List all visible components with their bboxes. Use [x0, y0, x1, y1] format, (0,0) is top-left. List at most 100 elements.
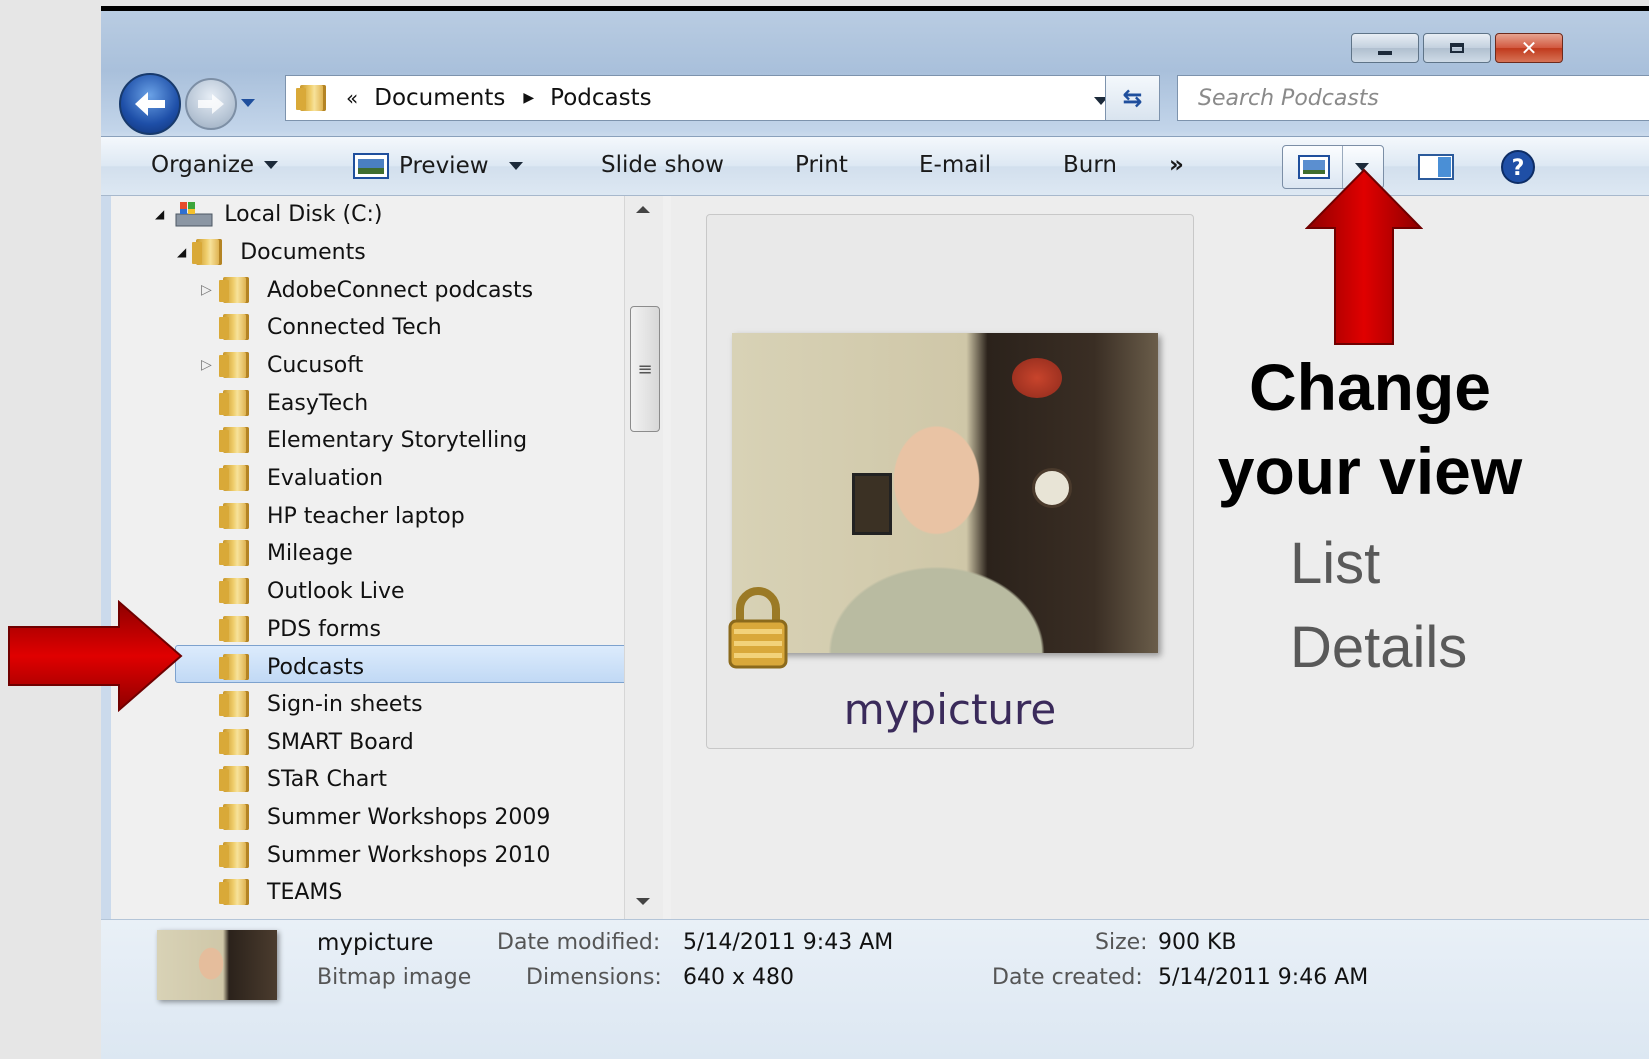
- tree-item-mileage[interactable]: Mileage: [219, 534, 353, 572]
- email-button[interactable]: E-mail: [919, 152, 991, 178]
- tree-item-hp-teacher-laptop[interactable]: HP teacher laptop: [219, 497, 465, 535]
- navigation-pane: ◢ Local Disk (C:) ◢ Documents ▷ AdobeConn…: [111, 196, 672, 919]
- chevron-down-icon: [508, 162, 523, 170]
- refresh-button[interactable]: ⇆: [1105, 75, 1160, 121]
- folder-icon: [219, 503, 249, 529]
- folder-icon: [219, 465, 249, 491]
- right-arrow-annotation: [8, 600, 183, 712]
- preview-pane-icon: [1418, 154, 1454, 180]
- address-overflow-chevron[interactable]: «: [346, 86, 358, 110]
- tree-item-label: STaR Chart: [267, 766, 387, 792]
- tree-item-outlook-live[interactable]: Outlook Live: [219, 572, 405, 610]
- folder-icon: [219, 691, 249, 717]
- scrollbar-thumb[interactable]: ≡: [630, 306, 660, 432]
- folder-icon: [219, 314, 249, 340]
- details-pane: mypicture Bitmap image Date modified: 5/…: [101, 919, 1649, 1059]
- close-button[interactable]: ✕: [1495, 33, 1563, 63]
- preview-icon: [353, 153, 389, 179]
- tree-item-podcasts[interactable]: Podcasts: [219, 648, 365, 686]
- tree-item-cucusoft[interactable]: ▷ Cucusoft: [201, 346, 363, 384]
- lock-icon: [728, 587, 788, 669]
- collapse-arrow-icon[interactable]: ◢: [177, 245, 186, 259]
- forward-button[interactable]: [185, 78, 237, 130]
- tree-item-label: Podcasts: [267, 654, 365, 680]
- scroll-up-arrow-icon[interactable]: [636, 206, 650, 213]
- date-modified-value[interactable]: 5/14/2011 9:43 AM: [683, 930, 893, 955]
- tree-item-easytech[interactable]: EasyTech: [219, 384, 368, 422]
- tree-item-label: Evaluation: [267, 465, 384, 491]
- folder-icon: [219, 729, 249, 755]
- size-value: 900 KB: [1158, 930, 1237, 955]
- wall-picture: [852, 473, 892, 535]
- burn-button[interactable]: Burn: [1063, 152, 1117, 178]
- image-thumbnail: [732, 333, 1158, 653]
- folder-icon: [219, 766, 249, 792]
- tree-item-evaluation[interactable]: Evaluation: [219, 459, 384, 497]
- tree-item-smart-board[interactable]: SMART Board: [219, 723, 414, 761]
- tree-item-connected-tech[interactable]: Connected Tech: [219, 308, 442, 346]
- dimensions-value: 640 x 480: [683, 965, 794, 990]
- tree-item-label: Outlook Live: [267, 578, 405, 604]
- back-arrow-icon: [135, 92, 165, 116]
- help-icon: ?: [1501, 150, 1535, 184]
- breadcrumb-documents[interactable]: Documents: [374, 85, 505, 111]
- breadcrumb-podcasts[interactable]: Podcasts: [550, 85, 651, 111]
- preview-label: Preview: [399, 153, 489, 179]
- restore-icon: [1450, 43, 1464, 53]
- slideshow-button[interactable]: Slide show: [601, 152, 724, 178]
- organize-menu[interactable]: Organize: [151, 152, 279, 178]
- scroll-down-arrow-icon[interactable]: [636, 898, 650, 905]
- details-file-name: mypicture: [317, 930, 434, 956]
- folder-icon: [192, 239, 223, 265]
- folder-icon: [219, 540, 249, 566]
- tree-item-label: Connected Tech: [267, 314, 442, 340]
- folder-icon: [219, 390, 249, 416]
- breadcrumb-separator-icon[interactable]: ▶: [523, 90, 534, 106]
- preview-menu[interactable]: Preview: [353, 152, 523, 180]
- tree-item-sign-in-sheets[interactable]: Sign-in sheets: [219, 685, 423, 723]
- svg-text:?: ?: [1512, 156, 1525, 181]
- up-arrow-annotation: [1305, 168, 1423, 345]
- tree-item-label: Sign-in sheets: [267, 691, 423, 717]
- details-file-type: Bitmap image: [317, 965, 472, 990]
- tree-item-documents[interactable]: ◢ Documents: [177, 233, 366, 271]
- tree-item-pds-forms[interactable]: PDS forms: [219, 610, 381, 648]
- details-thumbnail: [157, 930, 277, 1000]
- minimize-button[interactable]: [1351, 33, 1419, 63]
- tree-item-label: SMART Board: [267, 729, 414, 755]
- file-tile-mypicture[interactable]: mypicture: [706, 214, 1194, 749]
- help-button[interactable]: ?: [1493, 145, 1543, 189]
- tree-item-label: Elementary Storytelling: [267, 427, 528, 453]
- more-commands-button[interactable]: »: [1169, 152, 1184, 178]
- print-button[interactable]: Print: [795, 152, 848, 178]
- collapse-arrow-icon[interactable]: ◢: [155, 207, 164, 221]
- date-created-label: Date created:: [992, 965, 1143, 990]
- folder-icon: [219, 616, 249, 642]
- maximize-button[interactable]: [1423, 33, 1491, 63]
- tree-item-label: PDS forms: [267, 616, 381, 642]
- folder-icon: [219, 842, 249, 868]
- address-bar[interactable]: « Documents ▶ Podcasts: [285, 75, 1125, 121]
- recent-pages-dropdown[interactable]: [241, 99, 255, 107]
- organize-label: Organize: [151, 152, 255, 178]
- date-created-value[interactable]: 5/14/2011 9:46 AM: [1158, 965, 1368, 990]
- tree-item-elementary-storytelling[interactable]: Elementary Storytelling: [219, 421, 528, 459]
- back-button[interactable]: [119, 73, 181, 135]
- tree-item-summer-workshops-2010[interactable]: Summer Workshops 2010: [219, 836, 551, 874]
- tree-item-label: Local Disk (C:): [224, 201, 383, 227]
- annotation-title-line2: your view: [1217, 434, 1523, 508]
- tree-item-teams[interactable]: TEAMS: [219, 873, 342, 911]
- folder-icon: [219, 804, 249, 830]
- tree-item-local-disk[interactable]: ◢ Local Disk (C:): [155, 195, 382, 233]
- search-placeholder[interactable]: Search Podcasts: [1198, 86, 1379, 111]
- tree-item-star-chart[interactable]: STaR Chart: [219, 760, 387, 798]
- tree-item-label: AdobeConnect podcasts: [267, 277, 534, 303]
- file-name-label: mypicture: [843, 685, 1057, 734]
- tree-item-label: Summer Workshops 2010: [267, 842, 551, 868]
- search-box[interactable]: Search Podcasts: [1177, 75, 1649, 121]
- tree-item-adobeconnect-podcasts[interactable]: ▷ AdobeConnect podcasts: [201, 271, 533, 309]
- tree-item-summer-workshops-2009[interactable]: Summer Workshops 2009: [219, 798, 550, 836]
- folder-icon: [296, 85, 326, 111]
- navigation-scrollbar[interactable]: ≡: [624, 196, 663, 919]
- close-icon: ✕: [1520, 36, 1538, 60]
